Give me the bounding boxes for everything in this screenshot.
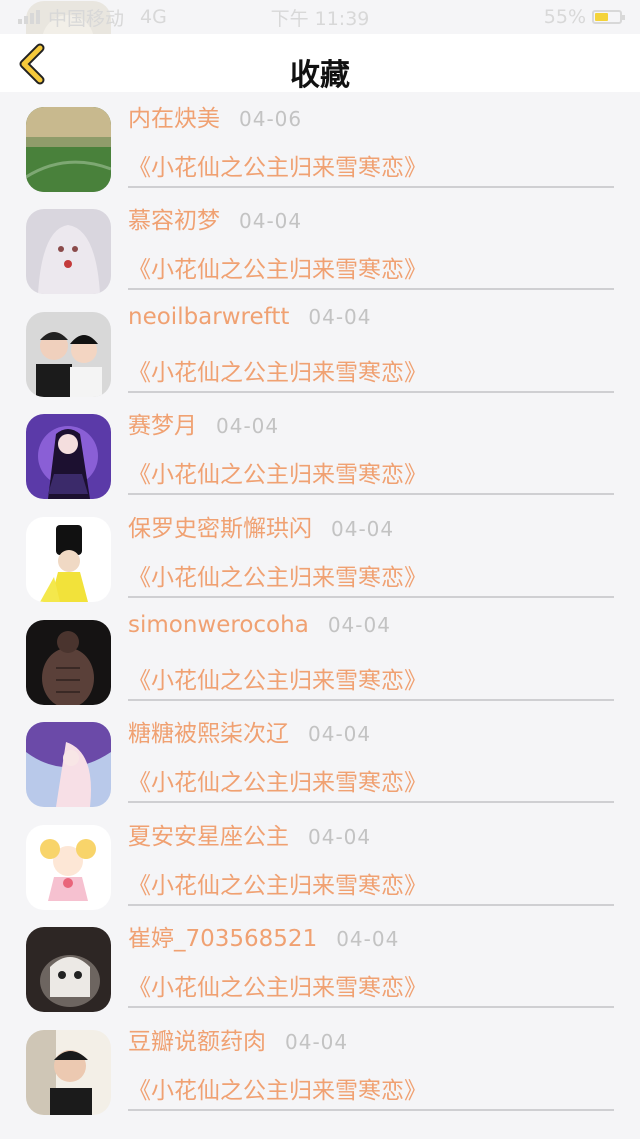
book-title-link[interactable]: 《小花仙之公主归来雪寒恋》 bbox=[128, 866, 427, 900]
user-name[interactable]: 赛梦月 bbox=[128, 406, 197, 440]
divider bbox=[128, 698, 614, 701]
divider bbox=[128, 596, 614, 598]
avatar[interactable] bbox=[26, 824, 111, 910]
favorite-item[interactable]: 赛梦月 04-04 《小花仙之公主归来雪寒恋》 bbox=[0, 403, 640, 506]
favorite-item[interactable]: 夏安安星座公主 04-04 《小花仙之公主归来雪寒恋》 bbox=[0, 814, 640, 917]
divider bbox=[128, 1109, 614, 1111]
user-name[interactable]: simonwerocoha bbox=[128, 612, 309, 638]
avatar-image bbox=[26, 1030, 111, 1115]
user-name[interactable]: 崔婷_703568521 bbox=[128, 919, 317, 953]
book-title-link[interactable]: 《小花仙之公主归来雪寒恋》 bbox=[128, 455, 427, 489]
avatar-image bbox=[26, 209, 111, 295]
date-label: 04-04 bbox=[331, 517, 395, 541]
avatar-image bbox=[26, 311, 111, 397]
item-meta: 豆瓣说额荮肉 04-04 bbox=[128, 1022, 348, 1056]
page-title: 收藏 bbox=[290, 58, 350, 93]
favorite-item[interactable]: 慕容初梦 04-04 《小花仙之公主归来雪寒恋》 bbox=[0, 198, 640, 301]
divider bbox=[128, 493, 614, 496]
time-label: 下午 11:39 bbox=[270, 7, 370, 30]
date-label: 04-04 bbox=[308, 824, 372, 849]
divider bbox=[128, 903, 614, 906]
divider bbox=[128, 801, 614, 804]
date-label: 04-04 bbox=[327, 612, 391, 637]
battery-icon bbox=[592, 10, 625, 24]
user-name[interactable]: 豆瓣说额荮肉 bbox=[128, 1022, 266, 1056]
avatar[interactable] bbox=[26, 209, 111, 295]
item-meta: 夏安安星座公主 04-04 bbox=[128, 817, 371, 851]
user-name[interactable]: 夏安安星座公主 bbox=[128, 817, 289, 851]
book-title-link[interactable]: 《小花仙之公主归来雪寒恋》 bbox=[128, 148, 427, 182]
avatar[interactable] bbox=[26, 722, 111, 808]
book-title-link[interactable]: 《小花仙之公主归来雪寒恋》 bbox=[128, 1071, 427, 1105]
item-meta: simonwerocoha 04-04 bbox=[128, 612, 391, 638]
book-title-link[interactable]: 《小花仙之公主归来雪寒恋》 bbox=[128, 763, 427, 797]
avatar-image bbox=[26, 824, 111, 910]
avatar-image bbox=[26, 414, 111, 500]
item-meta: 崔婷_703568521 04-04 bbox=[128, 919, 399, 953]
divider bbox=[128, 185, 614, 188]
date-label: 04-04 bbox=[216, 414, 280, 439]
avatar[interactable] bbox=[26, 311, 111, 397]
favorite-item[interactable]: neoilbarwreftt 04-04 《小花仙之公主归来雪寒恋》 bbox=[0, 301, 640, 404]
nav-bar: 收藏 bbox=[0, 34, 640, 93]
divider bbox=[128, 1006, 614, 1009]
avatar-image bbox=[26, 927, 111, 1013]
favorite-item[interactable]: 豆瓣说额荮肉 04-04 《小花仙之公主归来雪寒恋》 bbox=[0, 1019, 640, 1122]
avatar[interactable] bbox=[26, 517, 111, 602]
avatar-image bbox=[26, 517, 111, 602]
item-meta: 内在炔美 04-06 bbox=[128, 99, 302, 133]
favorite-item[interactable]: 保罗史密斯懈珙闪 04-04 《小花仙之公主归来雪寒恋》 bbox=[0, 506, 640, 609]
favorite-item[interactable]: 糖糖被熙柒次辽 04-04 《小花仙之公主归来雪寒恋》 bbox=[0, 711, 640, 814]
item-meta: 慕容初梦 04-04 bbox=[128, 201, 302, 235]
date-label: 04-04 bbox=[239, 209, 303, 234]
favorite-item[interactable]: 内在炔美 04-06 《小花仙之公主归来雪寒恋》 bbox=[0, 96, 640, 199]
book-title-link[interactable]: 《小花仙之公主归来雪寒恋》 bbox=[128, 353, 427, 387]
avatar[interactable] bbox=[26, 619, 111, 705]
item-meta: 糖糖被熙柒次辽 04-04 bbox=[128, 714, 371, 748]
avatar-image bbox=[26, 619, 111, 705]
user-name[interactable]: 糖糖被熙柒次辽 bbox=[128, 714, 289, 748]
book-title-link[interactable]: 《小花仙之公主归来雪寒恋》 bbox=[128, 661, 427, 695]
user-name[interactable]: 慕容初梦 bbox=[128, 201, 220, 235]
book-title-link[interactable]: 《小花仙之公主归来雪寒恋》 bbox=[128, 968, 427, 1002]
status-bar: 中国移动 4G 下午 11:39 55% bbox=[0, 0, 640, 34]
avatar[interactable] bbox=[26, 106, 111, 192]
book-title-link[interactable]: 《小花仙之公主归来雪寒恋》 bbox=[128, 250, 427, 284]
user-name[interactable]: 保罗史密斯懈珙闪 bbox=[128, 509, 312, 543]
user-name[interactable]: 内在炔美 bbox=[128, 99, 220, 133]
favorite-item[interactable]: 崔婷_703568521 04-04 《小花仙之公主归来雪寒恋》 bbox=[0, 916, 640, 1019]
date-label: 04-04 bbox=[308, 304, 372, 329]
avatar[interactable] bbox=[26, 1030, 111, 1115]
battery-fill bbox=[595, 13, 608, 21]
divider bbox=[128, 288, 614, 291]
date-label: 04-04 bbox=[285, 1030, 349, 1054]
date-label: 04-06 bbox=[239, 106, 303, 131]
avatar-image bbox=[26, 722, 111, 808]
avatar[interactable] bbox=[26, 414, 111, 500]
date-label: 04-04 bbox=[308, 722, 372, 747]
date-label: 04-04 bbox=[336, 927, 400, 952]
avatar[interactable] bbox=[26, 927, 111, 1013]
user-name[interactable]: neoilbarwreftt bbox=[128, 304, 289, 330]
avatar-image bbox=[26, 106, 111, 192]
divider bbox=[128, 390, 614, 393]
item-meta: neoilbarwreftt 04-04 bbox=[128, 304, 372, 330]
item-meta: 保罗史密斯懈珙闪 04-04 bbox=[128, 509, 394, 543]
favorite-item[interactable]: simonwerocoha 04-04 《小花仙之公主归来雪寒恋》 bbox=[0, 609, 640, 712]
item-meta: 赛梦月 04-04 bbox=[128, 406, 279, 440]
book-title-link[interactable]: 《小花仙之公主归来雪寒恋》 bbox=[128, 558, 427, 592]
